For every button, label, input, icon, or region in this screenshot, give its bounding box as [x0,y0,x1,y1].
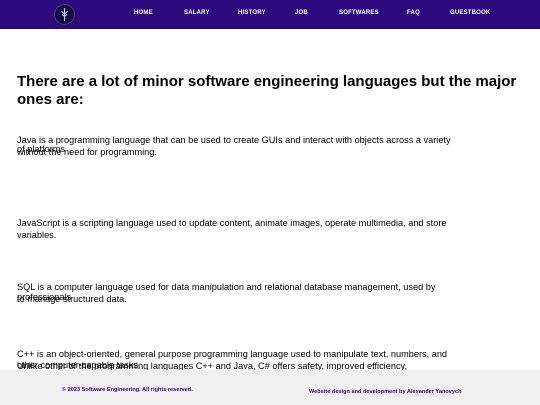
footer-copyright: © 2023 Software Engineering. All rights … [62,387,193,393]
javascript-paragraph-line-2: variables. [17,229,57,240]
java-paragraph-line-1: Java is a programming language that can … [17,135,451,145]
cpp-overlap-text: other computer-capable tasks. [17,360,141,370]
nav-guestbook-link[interactable]: GUESTBOOK [450,10,490,16]
javascript-paragraph: JavaScript is a scripting language used … [17,218,447,242]
sql-paragraph: SQL is a computer language used for data… [17,282,435,306]
site-logo-icon[interactable] [54,4,75,25]
nav-salary-link[interactable]: SALARY [184,10,210,16]
sql-paragraph-line-2: to manage structured data. [17,293,127,304]
java-paragraph: Java is a programming language that can … [17,135,451,159]
heading-line-2: ones are: [17,91,84,108]
nav-job-link[interactable]: JOB [295,10,308,16]
javascript-paragraph-line-1: JavaScript is a scripting language used … [17,218,447,228]
top-navbar: HOME SALARY HISTORY JOB SOFTWARES FAQ GU… [0,0,540,29]
java-paragraph-line-2: without the need for programming. [17,146,157,157]
java-overlap-text: of platforms [17,144,65,154]
footer-credit-link[interactable]: Website design and development by Alexan… [309,389,462,395]
sql-overlap-text: professionals [17,292,72,302]
nav-home-link[interactable]: HOME [134,10,153,16]
page-footer: © 2023 Software Engineering. All rights … [0,370,540,405]
sql-paragraph-line-1: SQL is a computer language used for data… [17,282,436,292]
nav-faq-link[interactable]: FAQ [407,10,420,16]
nav-softwares-link[interactable]: SOFTWARES [339,10,379,16]
heading-line-1: There are a lot of minor software engine… [17,73,517,90]
nav-history-link[interactable]: HISTORY [238,10,266,16]
page-heading: There are a lot of minor software engine… [17,73,540,109]
